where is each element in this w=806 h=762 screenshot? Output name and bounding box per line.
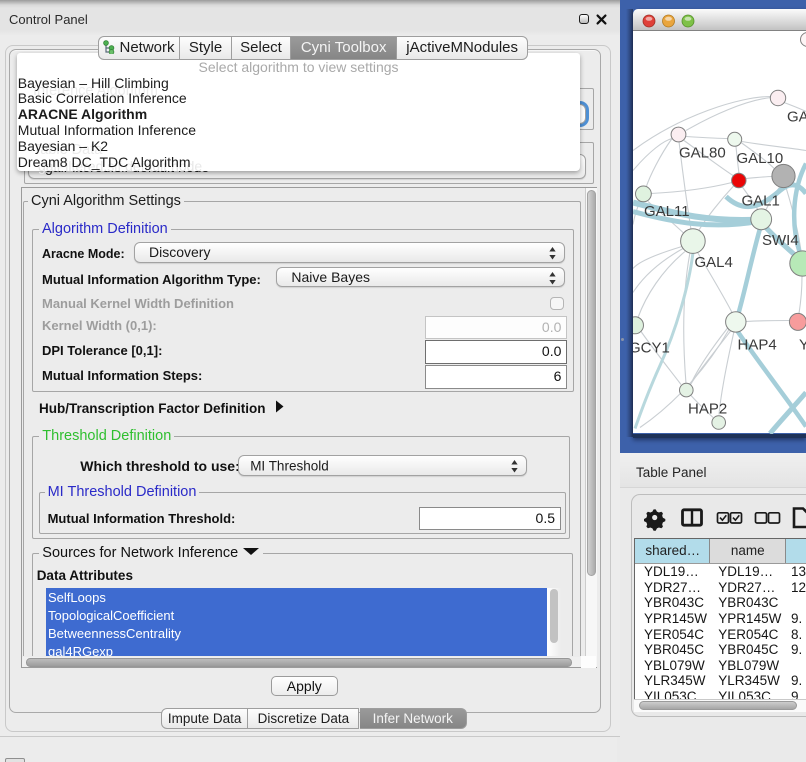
svg-text:GAL1: GAL1 bbox=[742, 192, 780, 209]
svg-text:GCY1: GCY1 bbox=[633, 339, 670, 356]
svg-text:SWI4: SWI4 bbox=[762, 232, 799, 249]
svg-text:GAL4: GAL4 bbox=[695, 254, 733, 271]
svg-text:GAL11: GAL11 bbox=[644, 203, 690, 220]
svg-text:GAL10: GAL10 bbox=[737, 150, 784, 167]
svg-text:HAP2: HAP2 bbox=[688, 400, 727, 417]
svg-text:HAP4: HAP4 bbox=[738, 336, 777, 353]
svg-text:Y: Y bbox=[799, 336, 806, 353]
svg-text:GAL80: GAL80 bbox=[679, 144, 726, 161]
svg-text:GAL2: GAL2 bbox=[787, 108, 806, 125]
